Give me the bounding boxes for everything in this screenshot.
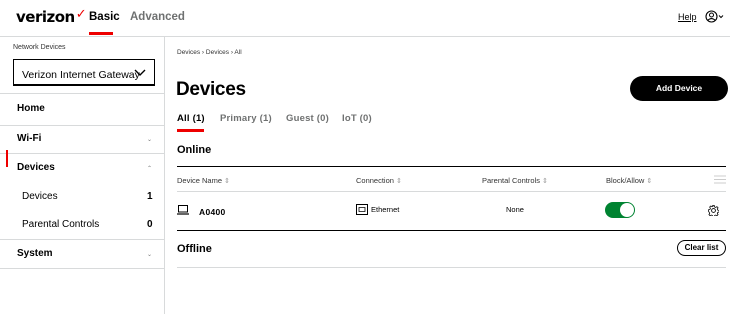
section-divider [177,267,726,268]
sort-icon: ⇕ [224,178,230,185]
column-header-label: Parental Controls [482,176,540,185]
filter-tab-iot[interactable]: IoT (0) [342,113,372,124]
tab-advanced[interactable]: Advanced [130,11,185,23]
laptop-icon [177,205,189,215]
chevron-down-icon: ⌄ [147,137,153,143]
sidebar-divider [0,93,164,94]
table-header-divider [177,191,726,192]
list-icon[interactable] [714,174,726,185]
sidebar-item-label: Devices [17,162,55,173]
online-heading: Online [177,144,212,156]
ethernet-icon [356,204,368,215]
column-header-device-name[interactable]: Device Name ⇕ [177,176,230,185]
top-header: verizon✓ Basic Advanced Help [0,0,730,37]
chevron-down-icon [134,69,146,76]
sidebar-item-label: Devices [22,191,58,202]
block-allow-toggle[interactable] [605,202,635,218]
sidebar-divider [0,268,164,269]
tab-basic[interactable]: Basic [89,11,120,23]
section-divider [177,166,726,167]
sidebar-item-home[interactable]: Home [0,103,164,117]
sidebar-divider [0,239,164,240]
breadcrumb[interactable]: Devices › Devices › All [177,49,242,56]
sidebar-item-label: Home [17,103,45,114]
toggle-knob [620,203,634,217]
sidebar-item-label: Wi-Fi [17,133,42,144]
column-header-label: Block/Allow [606,176,645,185]
column-header-parental-controls[interactable]: Parental Controls ⇕ [482,176,548,185]
sidebar-item-count: 1 [147,191,153,202]
sidebar-item-label: Parental Controls [22,219,100,230]
sidebar-divider [0,125,164,126]
page-title: Devices [176,79,246,100]
sort-icon: ⇕ [395,178,402,185]
device-parental-controls: None [506,205,524,214]
sidebar-divider [0,153,164,154]
sidebar-item-devices[interactable]: Devices ⌃ [0,162,164,176]
clear-list-button[interactable]: Clear list [677,240,726,256]
help-link[interactable]: Help [678,12,697,22]
verizon-logo[interactable]: verizon✓ [16,7,87,26]
sort-icon: ⇕ [646,178,653,185]
network-device-select[interactable]: Verizon Internet Gateway [13,59,155,86]
sidebar-item-label: System [17,248,53,259]
sort-icon: ⇕ [541,178,548,185]
sidebar: Network Devices Verizon Internet Gateway… [0,37,165,314]
sidebar-item-devices-sub[interactable]: Devices 1 [0,191,164,205]
sidebar-item-system[interactable]: System ⌄ [0,248,164,262]
filter-tab-guest[interactable]: Guest (0) [286,113,329,124]
user-menu-button[interactable] [705,10,725,28]
user-circle-icon [705,10,724,23]
column-header-label: Connection [356,176,394,185]
chevron-down-icon: ⌄ [147,252,153,258]
column-header-block-allow[interactable]: Block/Allow ⇕ [606,176,652,185]
column-header-connection[interactable]: Connection ⇕ [356,176,402,185]
chevron-up-icon: ⌃ [147,166,153,172]
filter-tab-primary[interactable]: Primary (1) [220,113,272,124]
device-connection: Ethernet [371,205,400,214]
offline-heading: Offline [177,243,212,255]
device-name[interactable]: A0400 [199,207,226,217]
add-device-button[interactable]: Add Device [630,76,728,101]
logo-check-icon: ✓ [75,7,87,22]
network-devices-label: Network Devices [13,44,66,51]
sidebar-item-count: 0 [147,219,153,230]
section-divider [177,230,726,231]
sidebar-active-indicator [6,150,8,167]
sidebar-item-parental-controls[interactable]: Parental Controls 0 [0,219,164,233]
tab-basic-active-indicator [89,32,113,35]
filter-tab-all[interactable]: All (1) [177,113,205,124]
network-device-select-value: Verizon Internet Gateway [22,69,140,81]
gear-icon[interactable] [708,205,719,216]
column-header-label: Device Name [177,176,223,185]
sidebar-item-wifi[interactable]: Wi-Fi ⌄ [0,133,164,147]
logo-text: verizon [16,8,75,26]
filter-active-indicator [177,129,204,132]
